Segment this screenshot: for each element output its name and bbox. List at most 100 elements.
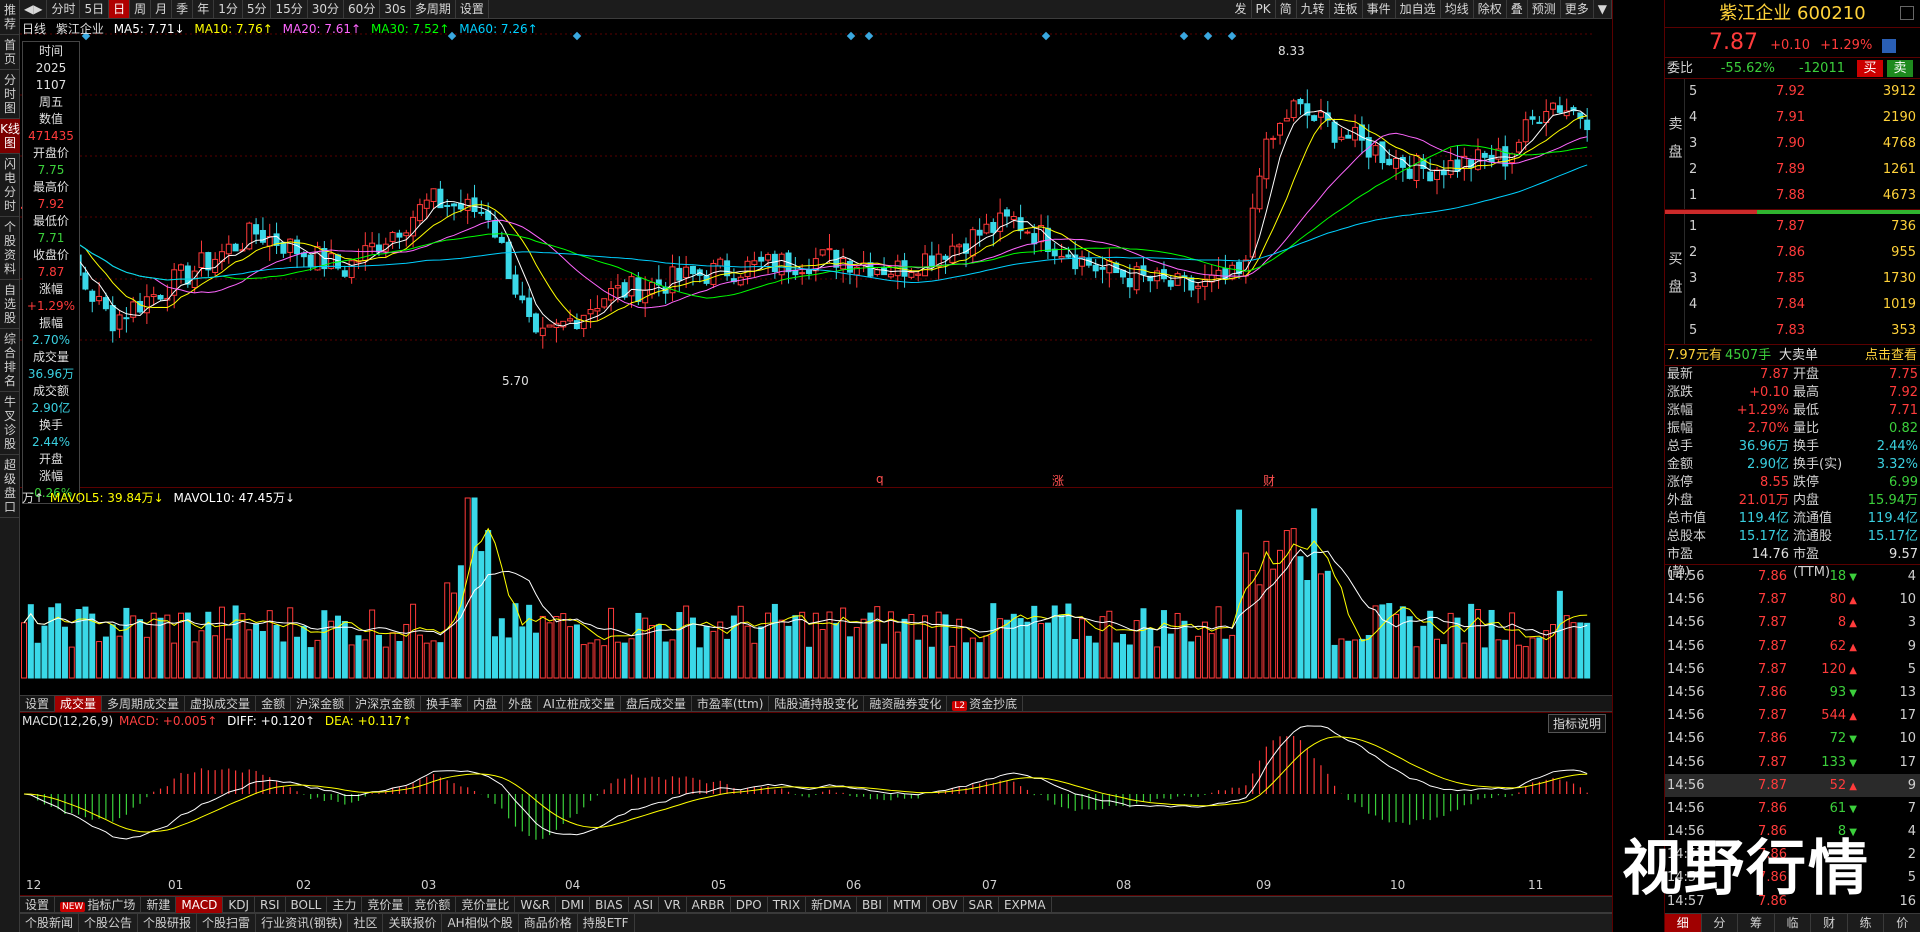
news-tab-0[interactable]: 个股新闻: [20, 914, 80, 932]
candlestick-chart[interactable]: [20, 19, 1612, 488]
volume-chart[interactable]: [20, 488, 1612, 693]
indicator-tab-17[interactable]: DPO: [731, 896, 768, 913]
indicator-tab-3[interactable]: MACD: [176, 896, 224, 913]
sidebar-item-0[interactable]: 推荐: [0, 0, 20, 35]
volume-tab-12[interactable]: 市盈率(ttm): [692, 695, 770, 712]
news-tab-3[interactable]: 个股扫雷: [197, 914, 257, 932]
asks-level-row[interactable]: 1 7.88 4673: [1685, 183, 1920, 209]
volume-panel[interactable]: 万↑ MAVOL5: 39.84万↓ MAVOL10: 47.45万↓ 2039…: [20, 488, 1651, 713]
period-tab-11[interactable]: 60分: [344, 0, 381, 18]
indicator-tab-15[interactable]: VR: [659, 896, 687, 913]
sidebar-item-8[interactable]: 牛叉诊股: [0, 392, 20, 455]
quote-tab-3[interactable]: 临: [1775, 914, 1812, 932]
asks-level-row[interactable]: 2 7.89 1261: [1685, 157, 1920, 183]
macd-panel[interactable]: MACD(12,26,9) MACD: +0.005↑ DIFF: +0.120…: [20, 713, 1659, 896]
indicator-tab-0[interactable]: 设置: [20, 896, 56, 913]
toolbar-action-5[interactable]: 事件: [1363, 0, 1396, 18]
sidebar-item-5[interactable]: 个股资料: [0, 217, 20, 280]
big-order-row[interactable]: 7.97元有 4507手 大卖单 点击查看: [1665, 345, 1920, 366]
indicator-tab-14[interactable]: ASI: [629, 896, 660, 913]
volume-tab-8[interactable]: 内盘: [468, 695, 504, 712]
asks-level-row[interactable]: 4 7.91 2190: [1685, 105, 1920, 131]
toolbar-action-9[interactable]: 叠: [1507, 0, 1528, 18]
sidebar-item-4[interactable]: 闪电分时: [0, 154, 20, 217]
asks-level-row[interactable]: 5 7.92 3912: [1685, 79, 1920, 105]
period-tab-14[interactable]: 设置: [456, 0, 489, 18]
period-tab-4[interactable]: 月: [151, 0, 173, 18]
bids-level-row[interactable]: 2 7.86 955: [1685, 240, 1920, 266]
toolbar-prev-icon[interactable]: ◀▶: [20, 0, 48, 18]
indicator-tab-21[interactable]: MTM: [888, 896, 928, 913]
news-tab-6[interactable]: 关联报价: [383, 914, 443, 932]
event-marker-icon[interactable]: [846, 31, 856, 41]
quote-tab-5[interactable]: 练: [1848, 914, 1885, 932]
volume-tab-5[interactable]: 沪深金额: [291, 695, 351, 712]
toolbar-menu-icon[interactable]: ▼: [1594, 0, 1612, 18]
volume-tab-7[interactable]: 换手率: [421, 695, 469, 712]
indicator-tab-5[interactable]: RSI: [255, 896, 286, 913]
toolbar-action-3[interactable]: 九转: [1297, 0, 1330, 18]
sidebar-item-6[interactable]: 自选股: [0, 280, 20, 329]
period-tab-12[interactable]: 30s: [380, 0, 411, 18]
quote-tab-1[interactable]: 分: [1702, 914, 1739, 932]
indicator-tab-24[interactable]: EXPMA: [999, 896, 1052, 913]
toolbar-action-0[interactable]: 发: [1230, 0, 1252, 18]
indicator-tab-23[interactable]: SAR: [964, 896, 999, 913]
period-tab-2[interactable]: 日: [109, 0, 131, 18]
indicator-tab-10[interactable]: 竞价量比: [456, 896, 516, 913]
toolbar-action-2[interactable]: 简: [1276, 0, 1297, 18]
period-tab-3[interactable]: 周: [130, 0, 152, 18]
event-marker-icon[interactable]: [1041, 31, 1051, 41]
news-tab-4[interactable]: 行业资讯(钢铁): [256, 914, 349, 932]
indicator-tab-2[interactable]: 新建: [141, 896, 177, 913]
bids-level-row[interactable]: 1 7.87 736: [1685, 214, 1920, 240]
news-tab-2[interactable]: 个股研报: [138, 914, 198, 932]
chart-area[interactable]: 日线 紫江企业 MA5: 7.71↓ MA10: 7.76↑ MA20: 7.6…: [20, 19, 1659, 913]
event-marker-icon[interactable]: [864, 31, 874, 41]
sidebar-item-9[interactable]: 超级盘口: [0, 455, 20, 518]
period-tab-5[interactable]: 季: [172, 0, 194, 18]
indicator-tab-13[interactable]: BIAS: [590, 896, 629, 913]
indicator-help-button[interactable]: 指标说明: [1547, 714, 1606, 733]
toolbar-action-8[interactable]: 除权: [1474, 0, 1507, 18]
indicator-tab-9[interactable]: 竞价额: [409, 896, 457, 913]
volume-tab-14[interactable]: 融资融券变化: [864, 695, 948, 712]
bids-level-row[interactable]: 3 7.85 1730: [1685, 266, 1920, 292]
indicator-tab-16[interactable]: ARBR: [687, 896, 731, 913]
event-marker-icon[interactable]: [572, 31, 582, 41]
period-tab-9[interactable]: 15分: [271, 0, 308, 18]
indicator-tab-19[interactable]: 新DMA: [806, 896, 857, 913]
sidebar-item-7[interactable]: 综合排名: [0, 329, 20, 392]
volume-tab-6[interactable]: 沪深京金额: [350, 695, 422, 712]
stock-title[interactable]: 紫江企业 600210: [1665, 0, 1920, 28]
toolbar-action-10[interactable]: 预测: [1528, 0, 1561, 18]
sell-button[interactable]: 卖: [1887, 60, 1913, 77]
bids-level-row[interactable]: 4 7.84 1019: [1685, 292, 1920, 318]
sidebar-item-1[interactable]: 首页: [0, 35, 20, 70]
volume-tab-9[interactable]: 外盘: [503, 695, 539, 712]
event-marker-icon[interactable]: [1179, 31, 1189, 41]
period-tab-7[interactable]: 1分: [214, 0, 243, 18]
volume-tab-11[interactable]: 盘后成交量: [621, 695, 692, 712]
toolbar-action-7[interactable]: 均线: [1441, 0, 1474, 18]
volume-tab-3[interactable]: 虚拟成交量: [185, 695, 257, 712]
toolbar-action-4[interactable]: 连板: [1330, 0, 1363, 18]
period-tab-6[interactable]: 年: [193, 0, 215, 18]
indicator-tab-20[interactable]: BBI: [857, 896, 888, 913]
toolbar-action-6[interactable]: 加自选: [1396, 0, 1441, 18]
period-tab-1[interactable]: 5日: [80, 0, 110, 18]
event-badge[interactable]: 财: [1263, 472, 1275, 489]
period-tab-10[interactable]: 30分: [308, 0, 345, 18]
toolbar-action-1[interactable]: PK: [1252, 0, 1276, 18]
period-tab-8[interactable]: 5分: [243, 0, 272, 18]
news-tab-8[interactable]: 商品价格: [519, 914, 578, 932]
indicator-tab-4[interactable]: KDJ: [223, 896, 256, 913]
period-tab-0[interactable]: 分时: [47, 0, 81, 18]
volume-tab-4[interactable]: 金额: [256, 695, 292, 712]
event-badge[interactable]: q: [876, 472, 884, 486]
indicator-tab-11[interactable]: W&R: [515, 896, 556, 913]
event-marker-icon[interactable]: [1227, 31, 1237, 41]
indicator-tab-7[interactable]: 主力: [327, 896, 363, 913]
volume-tab-15[interactable]: L2 资金抄底: [947, 695, 1024, 712]
volume-tab-0[interactable]: 设置: [20, 695, 56, 712]
